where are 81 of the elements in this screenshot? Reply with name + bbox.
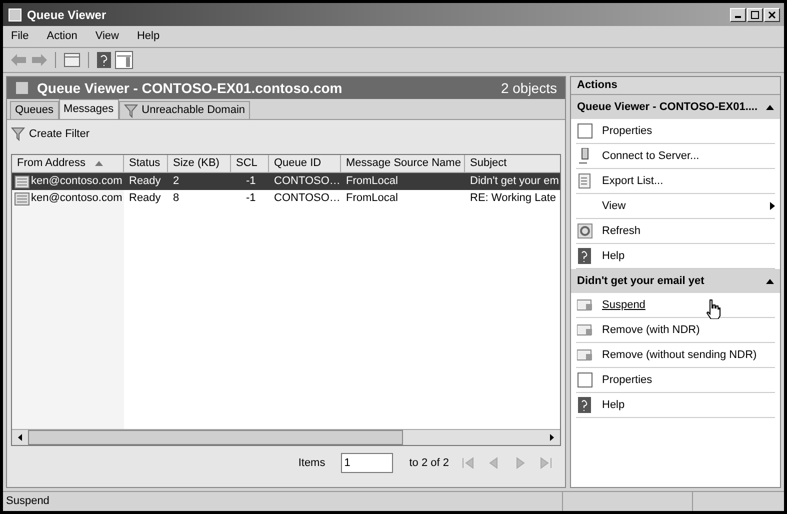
- column-header[interactable]: Size (KB): [168, 155, 231, 172]
- hand-cursor-icon: [705, 299, 722, 319]
- menu-item[interactable]: Action: [46, 28, 78, 45]
- action-link[interactable]: Properties: [602, 372, 652, 388]
- tab[interactable]: Messages: [58, 99, 119, 119]
- menu-item[interactable]: File: [11, 28, 29, 45]
- content-title: Queue Viewer - CONTOSO-EX01.contoso.com: [37, 78, 342, 98]
- scrollbar-thumb[interactable]: [28, 430, 403, 445]
- help-icon: [577, 248, 593, 264]
- tab[interactable]: Queues: [10, 101, 59, 119]
- table-cell-text: -1: [246, 174, 256, 190]
- item-range: to 2 of 2: [409, 456, 449, 471]
- queue-icon: [577, 324, 593, 336]
- table-cell-text: FromLocal: [346, 174, 398, 190]
- close-button[interactable]: [764, 8, 780, 22]
- horizontal-scrollbar[interactable]: [12, 429, 560, 445]
- object-count: 2 objects: [500, 78, 557, 98]
- queue-icon: [577, 299, 593, 311]
- create-filter-button[interactable]: Create Filter: [11, 122, 90, 146]
- item-number-field[interactable]: 1: [341, 453, 394, 473]
- action-link[interactable]: Remove (with NDR): [602, 322, 700, 338]
- maximize-icon: [751, 10, 759, 18]
- table-cell-text: FromLocal: [346, 191, 398, 206]
- action-group-header[interactable]: Didn't get your email yet: [571, 269, 780, 293]
- tab[interactable]: Unreachable Domain: [118, 101, 250, 119]
- refresh-icon: [577, 223, 593, 239]
- table-cell-text: Didn't get your em: [470, 174, 559, 190]
- column-header[interactable]: Status: [124, 155, 168, 172]
- help-icon: [577, 397, 593, 413]
- collapse-arrow-icon: [766, 104, 774, 110]
- table-cell-text: 2: [173, 174, 180, 190]
- column-header[interactable]: Message Source Name: [341, 155, 465, 172]
- message-icon: [14, 174, 30, 188]
- app-icon: [7, 6, 23, 22]
- minimize-icon: [735, 16, 741, 18]
- menu-item[interactable]: Help: [136, 28, 160, 45]
- table-cell-text: CONTOSO…: [274, 191, 340, 206]
- column-header[interactable]: SCL: [231, 155, 269, 172]
- queue-icon: [577, 349, 593, 361]
- collapse-arrow-icon: [766, 278, 774, 284]
- table-cell-text: CONTOSO…: [274, 174, 340, 190]
- message-icon: [14, 192, 30, 206]
- filter-icon: [11, 127, 25, 141]
- table-cell-text: Ready: [129, 191, 161, 206]
- window-title: Queue Viewer: [27, 6, 106, 24]
- action-link[interactable]: Help: [602, 248, 625, 264]
- table-cell-text: RE: Working Late: [470, 191, 556, 206]
- menu-item[interactable]: View: [95, 28, 119, 45]
- table-cell-text: ken@contoso.com: [31, 174, 122, 190]
- column-header[interactable]: Queue ID: [269, 155, 341, 172]
- maximize-button[interactable]: [747, 8, 763, 22]
- column-header[interactable]: Subject: [465, 155, 560, 172]
- action-link[interactable]: Properties: [602, 122, 652, 140]
- minimize-button[interactable]: [730, 8, 746, 22]
- action-link[interactable]: Connect to Server...: [602, 148, 700, 164]
- action-pane-icon[interactable]: [115, 51, 133, 69]
- close-icon: [768, 10, 776, 18]
- table-cell-text: 8: [173, 191, 180, 206]
- table-cell-text: Ready: [129, 174, 161, 190]
- action-group-header[interactable]: Queue Viewer - CONTOSO-EX01....: [571, 95, 780, 119]
- action-link[interactable]: Remove (without sending NDR): [602, 346, 757, 364]
- status-bar: Suspend: [3, 492, 563, 511]
- page-icon: [577, 372, 593, 388]
- items-label: Items: [298, 456, 326, 471]
- page-icon: [577, 123, 593, 139]
- action-link[interactable]: Refresh: [602, 222, 641, 240]
- table-cell-text: ken@contoso.com: [31, 191, 122, 206]
- submenu-arrow-icon: [770, 202, 775, 210]
- table-cell-text: -1: [246, 191, 256, 206]
- table-row[interactable]: ken@contoso.com Ready 8 -1 CONTOSO… FromLocal RE: Working Late: [12, 190, 560, 207]
- action-link[interactable]: Export List...: [602, 172, 664, 190]
- help-icon[interactable]: [97, 52, 111, 68]
- console-tree-icon[interactable]: [64, 53, 80, 67]
- action-link[interactable]: Suspend: [602, 296, 646, 314]
- app-icon: [15, 81, 29, 95]
- actions-header: Actions: [571, 77, 780, 95]
- action-link[interactable]: Help: [602, 396, 625, 414]
- column-header[interactable]: From Address: [12, 155, 124, 172]
- table-row[interactable]: ken@contoso.com Ready 2 -1 CONTOSO… FromLocal Didn't get your em: [12, 173, 560, 190]
- action-link[interactable]: View: [602, 198, 626, 214]
- document-icon: [577, 173, 593, 189]
